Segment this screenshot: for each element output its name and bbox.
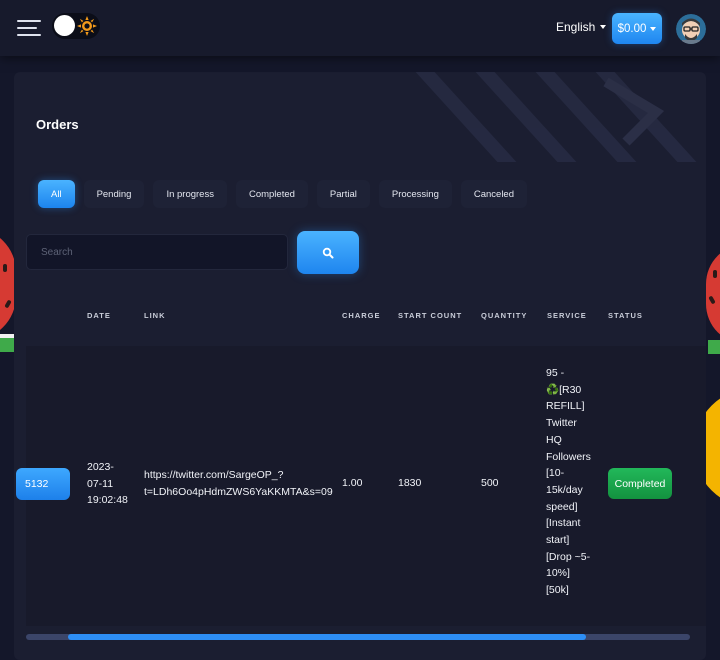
service-line: [Instant xyxy=(546,517,581,530)
tab-completed[interactable]: Completed xyxy=(235,180,308,208)
order-date-line: 19:02:48 xyxy=(87,494,128,507)
watermelon-rind xyxy=(708,340,720,354)
toggle-knob xyxy=(54,15,75,36)
column-header-date: DATE xyxy=(87,311,111,320)
service-line: REFILL] xyxy=(546,400,585,413)
language-label: English xyxy=(556,20,596,34)
watermelon-seed xyxy=(713,270,717,278)
theme-toggle[interactable] xyxy=(52,13,100,39)
column-header-service: SERVICE xyxy=(547,311,587,320)
service-line: speed] xyxy=(546,500,578,513)
status-tabs: All Pending In progress Completed Partia… xyxy=(38,180,527,208)
sun-icon xyxy=(77,16,97,36)
order-date: 2023- 07-11 19:02:48 xyxy=(87,459,128,509)
language-selector[interactable]: English xyxy=(556,20,607,34)
service-line: 15k/day xyxy=(546,483,583,496)
card-decoration xyxy=(415,72,697,162)
search-button[interactable] xyxy=(297,231,359,274)
order-quantity: 500 xyxy=(481,477,499,489)
column-header-charge: CHARGE xyxy=(342,311,381,320)
order-id-button[interactable]: 5132 xyxy=(16,468,70,500)
hamburger-menu-icon[interactable] xyxy=(17,19,41,37)
order-date-line: 07-11 xyxy=(87,477,114,490)
order-link-line: t=LDh6Oo4pHdmZWS6YaKKMTA&s=09 xyxy=(144,485,333,498)
column-header-start-count: START COUNT xyxy=(398,311,463,320)
service-line: [50k] xyxy=(546,584,569,597)
column-header-quantity: QUANTITY xyxy=(481,311,528,320)
column-header-status: STATUS xyxy=(608,311,643,320)
service-line: Twitter xyxy=(546,417,577,430)
tab-pending[interactable]: Pending xyxy=(83,180,145,208)
service-line: [10- xyxy=(546,467,565,480)
order-date-line: 2023- xyxy=(87,461,114,473)
chevron-down-icon xyxy=(600,25,607,29)
tab-all[interactable]: All xyxy=(38,180,75,208)
service-line: Followers xyxy=(546,450,591,463)
service-line: 95 - xyxy=(546,367,565,379)
watermelon-seed xyxy=(3,264,7,272)
page-title: Orders xyxy=(36,117,79,132)
watermelon-decoration xyxy=(706,244,720,344)
search-icon xyxy=(322,247,334,258)
orders-card: Orders All Pending In progress Completed… xyxy=(14,72,706,660)
order-start-count: 1830 xyxy=(398,477,422,489)
tab-partial[interactable]: Partial xyxy=(316,180,370,208)
order-charge: 1.00 xyxy=(342,477,363,489)
horizontal-scrollbar[interactable] xyxy=(26,634,690,640)
tab-canceled[interactable]: Canceled xyxy=(460,180,527,208)
service-line: ♻️[R30 xyxy=(546,383,582,396)
scrollbar-thumb[interactable] xyxy=(68,634,586,640)
service-line: 10%] xyxy=(546,567,570,580)
table-row xyxy=(26,346,706,626)
search-input[interactable] xyxy=(26,234,288,270)
order-link[interactable]: https://twitter.com/SargeOP_? t=LDh6Oo4p… xyxy=(144,467,333,500)
status-badge: Completed xyxy=(608,468,672,499)
service-line: [Drop ~5- xyxy=(546,550,591,563)
avatar[interactable] xyxy=(676,14,706,44)
balance-button[interactable]: $0.00 xyxy=(612,13,662,44)
top-bar: English $0.00 xyxy=(0,0,720,56)
service-line: start] xyxy=(546,534,570,547)
order-service: 95 - ♻️[R30 REFILL] Twitter HQ Followers [10- 1… xyxy=(546,365,591,599)
column-header-link: LINK xyxy=(144,311,166,320)
watermelon-rind xyxy=(0,338,14,352)
tab-in-progress[interactable]: In progress xyxy=(153,180,227,208)
chevron-down-icon xyxy=(650,26,657,31)
balance-amount: $0.00 xyxy=(617,22,647,35)
order-link-line: https://twitter.com/SargeOP_? xyxy=(144,469,284,481)
tab-processing[interactable]: Processing xyxy=(378,180,452,208)
order-id: 5132 xyxy=(25,478,49,490)
service-line: HQ xyxy=(546,433,562,446)
